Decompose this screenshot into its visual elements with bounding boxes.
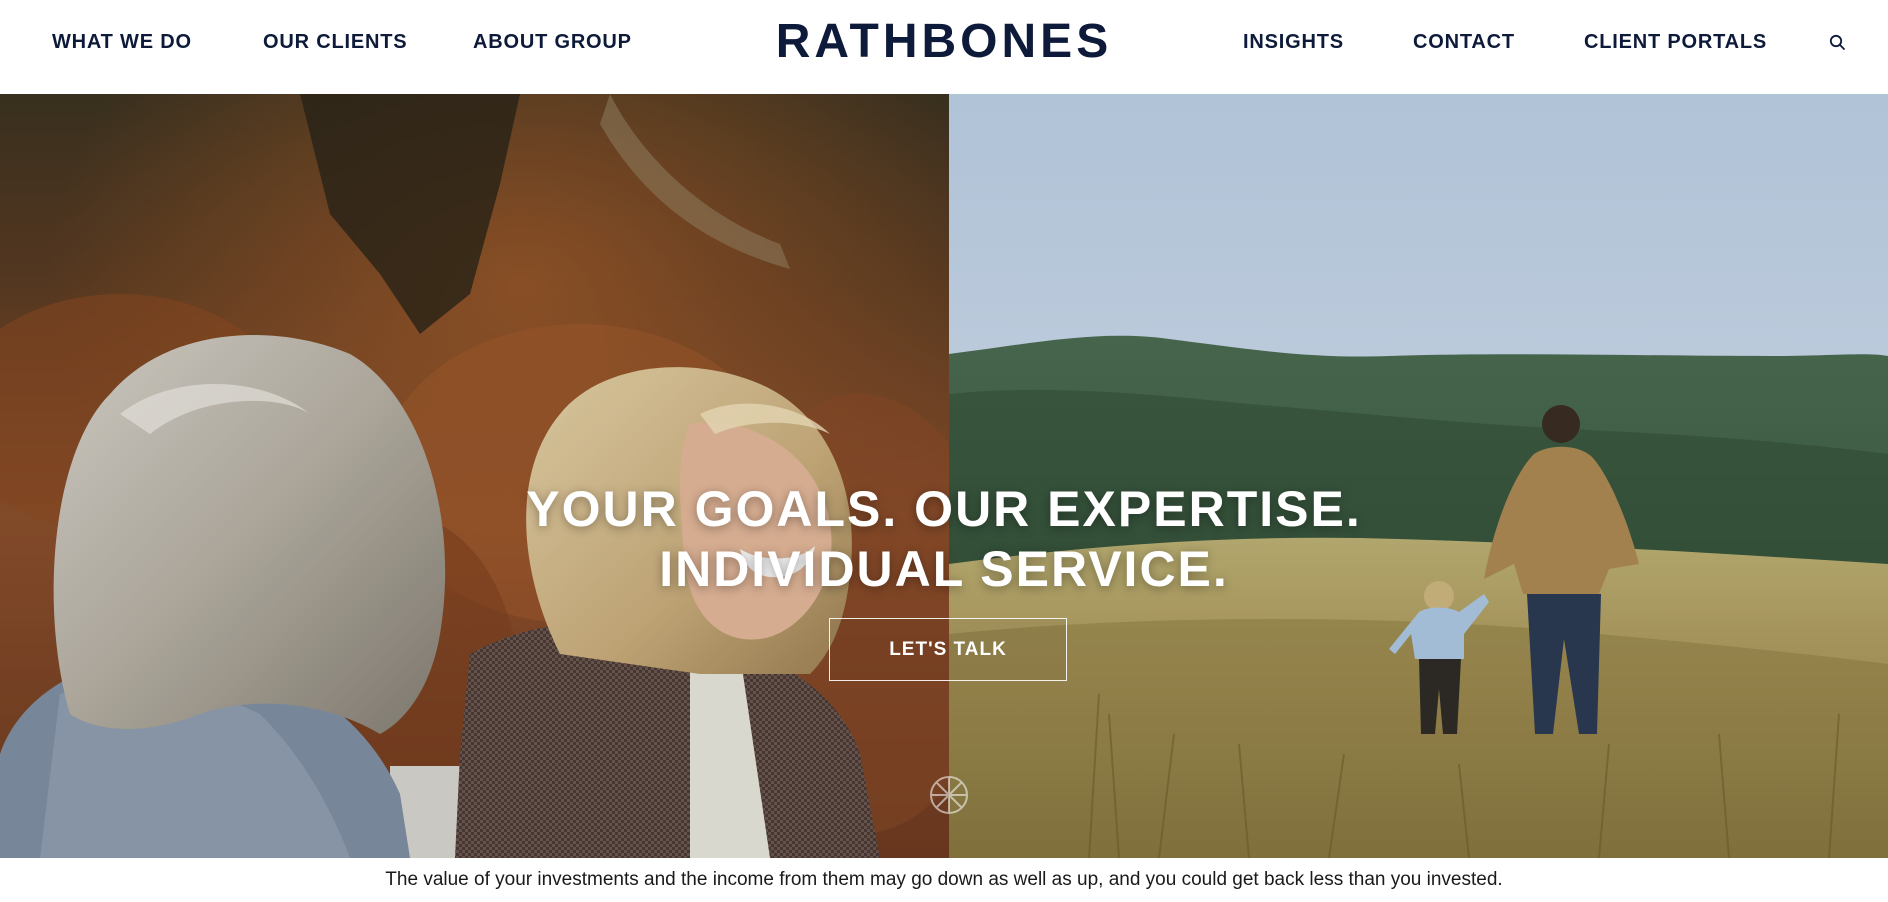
hero-headline-line-1: YOUR GOALS. OUR EXPERTISE. — [526, 481, 1362, 537]
lets-talk-button[interactable]: LET'S TALK — [829, 618, 1067, 681]
hero-banner: YOUR GOALS. OUR EXPERTISE. INDIVIDUAL SE… — [0, 94, 1888, 858]
risk-disclaimer-text: The value of your investments and the in… — [385, 869, 1503, 890]
nav-what-we-do[interactable]: WHAT WE DO — [52, 31, 192, 54]
hero-image-meadow — [949, 94, 1888, 858]
nav-our-clients[interactable]: OUR CLIENTS — [263, 31, 407, 54]
nav-about-group[interactable]: ABOUT GROUP — [473, 31, 632, 54]
hero-image-women — [0, 94, 949, 858]
nav-insights[interactable]: INSIGHTS — [1243, 31, 1344, 54]
site-header: WHAT WE DO OUR CLIENTS ABOUT GROUP RATHB… — [0, 0, 1888, 94]
risk-disclaimer: The value of your investments and the in… — [0, 858, 1888, 902]
nav-contact[interactable]: CONTACT — [1413, 31, 1515, 54]
hero-headline: YOUR GOALS. OUR EXPERTISE. INDIVIDUAL SE… — [0, 479, 1888, 599]
rathbones-emblem-icon — [924, 770, 974, 820]
hero-headline-line-2: INDIVIDUAL SERVICE. — [659, 541, 1229, 597]
nav-client-portals[interactable]: CLIENT PORTALS — [1584, 31, 1767, 54]
search-icon[interactable] — [1828, 33, 1848, 53]
rathbones-logo[interactable]: RATHBONES — [776, 15, 1112, 68]
